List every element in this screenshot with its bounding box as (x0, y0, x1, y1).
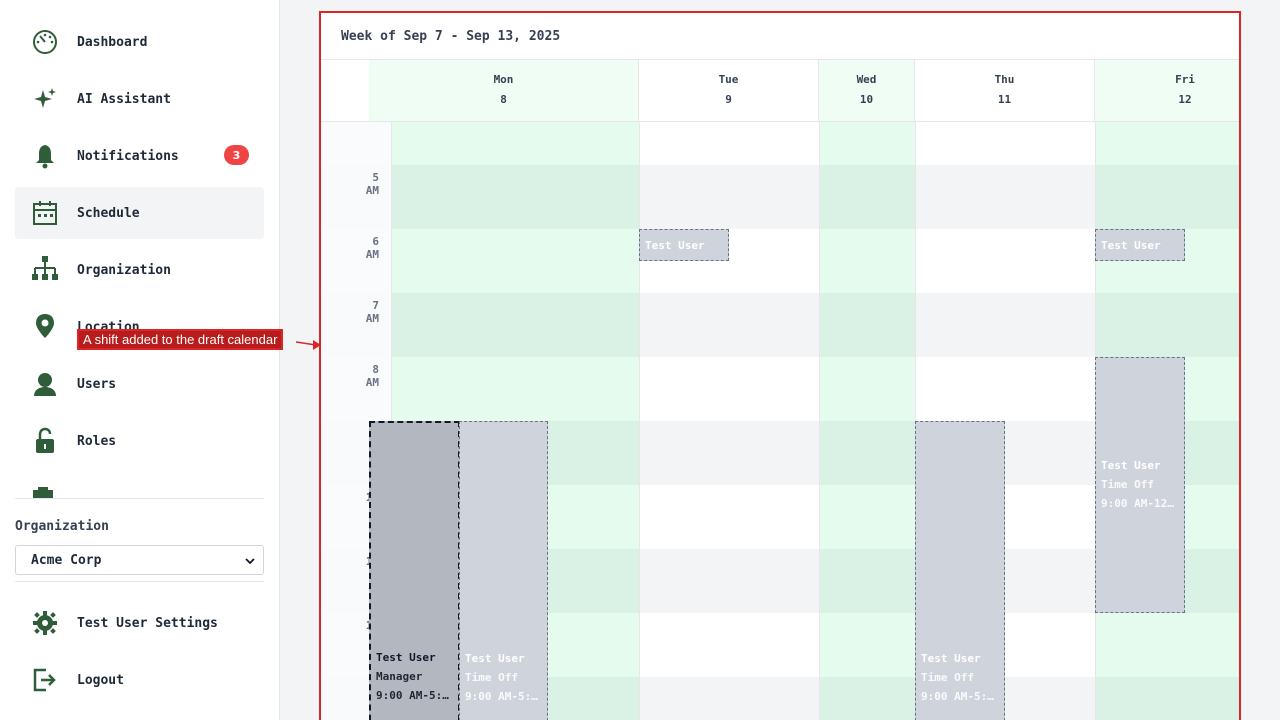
user-icon (30, 369, 60, 399)
organization-select-value: Acme Corp (31, 552, 102, 568)
event-user-name: Test User (1101, 239, 1161, 252)
day-header-mon[interactable]: Mon 8 (369, 60, 639, 121)
event-time: 9:00 AM-5:0... (465, 690, 542, 703)
day-date: 8 (500, 93, 507, 106)
sidebar-item-label: AI Assistant (77, 91, 171, 107)
dashboard-icon (30, 27, 60, 57)
event-time: 9:00 AM-5:0... (921, 690, 999, 703)
event-role: Manager (376, 670, 423, 683)
availability-wed (819, 122, 915, 720)
time-off-event-thu[interactable]: Test User Time Off 9:00 AM-5:0... (915, 421, 1005, 720)
day-date: 11 (997, 93, 1012, 106)
settings-label: Test User Settings (77, 615, 218, 631)
sidebar-item-schedule[interactable]: Schedule (15, 187, 264, 239)
column-divider (639, 122, 640, 720)
event-type: Time Off (1101, 478, 1154, 491)
sidebar-item-label: Users (77, 376, 117, 392)
settings-button[interactable]: Test User Settings (15, 597, 264, 649)
org-chart-icon (30, 255, 60, 285)
sidebar-item-label: Organization (77, 262, 171, 278)
calendar-week-title: Week of Sep 7 - Sep 13, 2025 (341, 29, 561, 44)
time-off-event-fri[interactable]: Test User Time Off 9:00 AM-12:... (1095, 357, 1185, 613)
sidebar: Dashboard AI Assistant Notifications 3 S… (0, 0, 280, 720)
annotation-arrow-icon (296, 340, 321, 350)
logout-label: Logout (77, 672, 124, 688)
event-time: 9:00 AM-12:... (1101, 497, 1179, 510)
draft-calendar: Week of Sep 7 - Sep 13, 2025 Mon 8 Tue 9… (319, 11, 1241, 720)
sparkle-icon (30, 84, 60, 114)
calendar-icon (30, 198, 60, 228)
day-header-thu[interactable]: Thu 11 (915, 60, 1095, 121)
sidebar-item-label: Notifications (77, 148, 179, 164)
day-name: Fri (1175, 73, 1195, 86)
event-user-name: Test User (1101, 459, 1161, 472)
location-pin-icon (30, 312, 60, 342)
annotation-label: A shift added to the draft calendar (77, 329, 284, 350)
time-off-event-mon[interactable]: Test User Time Off 9:00 AM-5:0... (459, 421, 548, 720)
day-name: Thu (994, 73, 1015, 86)
lock-icon (30, 426, 60, 456)
sidebar-item-dashboard[interactable]: Dashboard (15, 16, 264, 68)
day-name: Wed (856, 73, 877, 86)
event-time: 9:00 AM-5:0... (376, 689, 453, 702)
event-type: Time Off (465, 671, 518, 684)
sidebar-item-ai-assistant[interactable]: AI Assistant (15, 73, 264, 125)
sidebar-overflow-item-icon (30, 487, 60, 498)
bell-icon (30, 141, 60, 171)
event-type: Time Off (921, 671, 974, 684)
shift-event-tue[interactable]: Test User (639, 229, 729, 261)
time-label: 8 AM (365, 363, 379, 389)
time-label: 5 AM (365, 171, 379, 197)
sidebar-item-users[interactable]: Users (15, 358, 264, 410)
sidebar-item-notifications[interactable]: Notifications 3 (15, 130, 264, 182)
time-label: 6 AM (365, 235, 379, 261)
time-label: 7 AM (365, 299, 379, 325)
event-user-name: Test User (921, 652, 981, 665)
calendar-grid: 5 AM 6 AM 7 AM 8 AM 9 10 11 12 1 Test Us… (321, 121, 1239, 720)
sidebar-item-roles[interactable]: Roles (15, 415, 264, 467)
chevron-down-icon (245, 555, 255, 570)
logout-icon (30, 665, 60, 695)
gear-icon (30, 608, 60, 638)
day-header-wed[interactable]: Wed 10 (819, 60, 915, 121)
event-user-name: Test User (465, 652, 525, 665)
organization-select[interactable]: Acme Corp (15, 545, 264, 575)
sidebar-item-label: Roles (77, 433, 117, 449)
logout-button[interactable]: Logout (15, 654, 264, 706)
day-name: Tue (718, 73, 739, 86)
day-date: 10 (859, 93, 874, 106)
sidebar-item-label: Schedule (77, 205, 140, 221)
day-name: Mon (493, 73, 514, 86)
draft-shift-event-mon[interactable]: Test User Manager 9:00 AM-5:0... (369, 421, 460, 720)
day-date: 9 (725, 93, 732, 106)
organization-label: Organization (15, 519, 109, 534)
sidebar-item-organization[interactable]: Organization (15, 244, 264, 296)
day-header-fri[interactable]: Fri 12 (1095, 60, 1239, 121)
shift-event-fri[interactable]: Test User (1095, 229, 1185, 261)
event-user-name: Test User (376, 651, 436, 664)
sidebar-item-label: Dashboard (77, 34, 148, 50)
event-user-name: Test User (645, 239, 705, 252)
day-header-tue[interactable]: Tue 9 (639, 60, 819, 121)
day-date: 12 (1178, 93, 1192, 106)
notification-count-badge: 3 (224, 145, 249, 165)
column-divider (819, 122, 820, 720)
sidebar-divider (15, 581, 264, 582)
sidebar-divider (15, 498, 264, 499)
